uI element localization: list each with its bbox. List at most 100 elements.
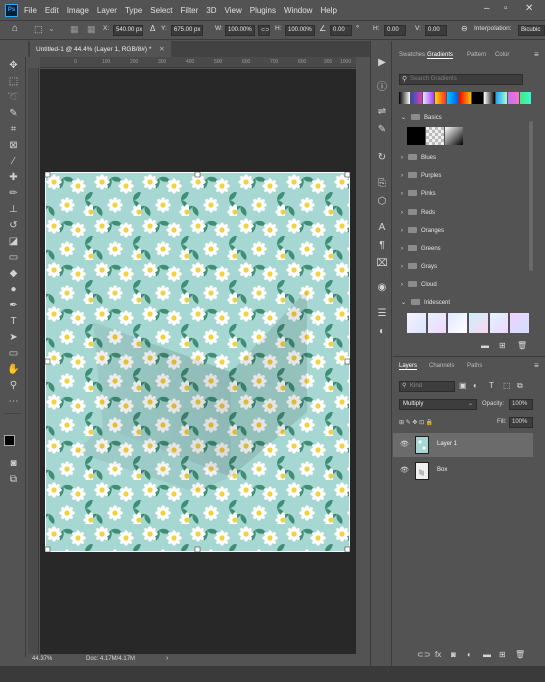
menu-3d[interactable]: 3D: [206, 6, 216, 15]
adjustment-layer-icon[interactable]: ◐: [467, 650, 472, 659]
more-tools-icon[interactable]: ⋯: [6, 395, 21, 409]
properties-icon[interactable]: ☰: [375, 307, 389, 321]
gradient-swatch[interactable]: [469, 313, 488, 333]
layer-name[interactable]: Box: [437, 467, 447, 473]
folder-purples[interactable]: › Purples: [401, 172, 441, 179]
pen-tool-icon[interactable]: ✒: [6, 299, 21, 313]
paragraph-icon[interactable]: ¶: [375, 239, 389, 253]
close-icon[interactable]: ✕: [525, 3, 533, 14]
link-layers-icon[interactable]: ⊂⊃: [417, 650, 430, 659]
reference-point-icon[interactable]: ▦: [87, 24, 96, 35]
photoshop-logo[interactable]: Ps: [5, 3, 18, 17]
layer-row[interactable]: 👁 Box: [393, 459, 533, 483]
mask-icon[interactable]: ◙: [451, 650, 456, 659]
marquee-tool-icon[interactable]: ⬚: [6, 75, 21, 89]
eyedropper-tool-icon[interactable]: ⁄: [6, 155, 21, 169]
frame-tool-icon[interactable]: ⊠: [6, 139, 21, 153]
history-brush-tool-icon[interactable]: ↺: [6, 219, 21, 233]
link-icon[interactable]: ⊂⊃: [258, 25, 270, 36]
clone-stamp-tool-icon[interactable]: ⊥: [6, 203, 21, 217]
folder-greens[interactable]: › Greens: [401, 245, 441, 252]
folder-iridescent[interactable]: ⌄ Iridescent: [401, 299, 450, 306]
path-selection-tool-icon[interactable]: ➤: [6, 331, 21, 345]
shape-filter-icon[interactable]: ⬚: [503, 381, 511, 390]
reference-point-icon[interactable]: ▦: [70, 24, 79, 35]
blur-tool-icon[interactable]: ◆: [6, 267, 21, 281]
recent-gradients[interactable]: [399, 92, 532, 104]
glyphs-icon[interactable]: ⌧: [375, 257, 389, 271]
minimize-icon[interactable]: –: [484, 3, 490, 14]
folder-blues[interactable]: › Blues: [401, 154, 436, 161]
opacity-field[interactable]: 100%: [509, 399, 533, 410]
foreground-color-swatch[interactable]: [4, 435, 15, 446]
blend-mode-select[interactable]: Multiply ⌄: [399, 399, 477, 410]
vskew-field[interactable]: 0.00: [425, 25, 447, 36]
folder-pinks[interactable]: › Pinks: [401, 190, 436, 197]
styles-icon[interactable]: ◐: [375, 325, 389, 339]
smart-object-filter-icon[interactable]: ⧉: [517, 381, 523, 391]
close-tab-icon[interactable]: ✕: [159, 46, 164, 53]
visibility-eye-icon[interactable]: 👁: [400, 440, 409, 448]
menu-file[interactable]: File: [24, 6, 37, 15]
tab-layers[interactable]: Layers: [399, 363, 418, 370]
y-field[interactable]: 675.00 px: [171, 25, 203, 36]
eraser-tool-icon[interactable]: ◪: [6, 235, 21, 249]
folder-oranges[interactable]: › Oranges: [401, 227, 444, 234]
menu-filter[interactable]: Filter: [181, 6, 199, 15]
width-field[interactable]: 100.00%: [225, 25, 255, 36]
panel-menu-icon[interactable]: ≡: [534, 361, 539, 370]
tab-paths[interactable]: Paths: [467, 363, 482, 369]
tab-gradients[interactable]: Gradients: [427, 52, 454, 59]
navigator-icon[interactable]: ◉: [375, 281, 389, 295]
height-field[interactable]: 100.00%: [285, 25, 315, 36]
chevron-right-icon[interactable]: ›: [166, 655, 168, 662]
layer-name[interactable]: Layer 1: [437, 441, 457, 447]
clone-source-icon[interactable]: ⎘: [375, 177, 389, 191]
scrollbar[interactable]: [529, 121, 533, 271]
menu-window[interactable]: Window: [284, 6, 312, 15]
hand-tool-icon[interactable]: ✋: [6, 363, 21, 377]
fill-field[interactable]: 100%: [509, 417, 533, 428]
fx-icon[interactable]: fx: [435, 650, 441, 659]
gradient-swatch[interactable]: [448, 313, 468, 333]
play-icon[interactable]: ▶: [375, 56, 389, 70]
menu-type[interactable]: Type: [125, 6, 142, 15]
menu-edit[interactable]: Edit: [45, 6, 59, 15]
folder-cloud[interactable]: › Cloud: [401, 281, 437, 288]
gradient-swatch[interactable]: [489, 313, 509, 333]
rectangle-tool-icon[interactable]: ▭: [6, 347, 21, 361]
tab-channels[interactable]: Channels: [429, 363, 454, 369]
gradient-tool-icon[interactable]: ▭: [6, 251, 21, 265]
gradient-swatch[interactable]: [407, 127, 425, 145]
home-icon[interactable]: ⌂: [12, 23, 18, 34]
menu-layer[interactable]: Layer: [97, 6, 117, 15]
layer-filter-select[interactable]: ⚲ Kind: [399, 381, 455, 392]
document-tab[interactable]: Untitled-1 @ 44.4% (Layer 1, RGB/8#) * ✕: [30, 41, 171, 57]
screen-mode-icon[interactable]: ⧉: [6, 473, 21, 487]
gradient-swatch[interactable]: [407, 313, 426, 333]
document-canvas[interactable]: [45, 172, 350, 552]
angle-field[interactable]: 0.00: [330, 25, 352, 36]
gradient-swatch[interactable]: [426, 127, 444, 145]
menu-help[interactable]: Help: [320, 6, 336, 15]
quick-mask-icon[interactable]: ◙: [6, 457, 21, 471]
history-icon[interactable]: ↻: [375, 151, 389, 165]
tab-swatches[interactable]: Swatches: [399, 52, 425, 58]
layer-row[interactable]: 👁 Layer 1: [393, 433, 533, 457]
tab-color[interactable]: Color: [495, 52, 509, 58]
adjustments-icon[interactable]: ⇌: [375, 105, 389, 119]
folder-grays[interactable]: › Grays: [401, 263, 437, 270]
pixel-filter-icon[interactable]: ▣: [459, 381, 467, 390]
brush-settings-icon[interactable]: ✎: [375, 123, 389, 137]
crop-tool-icon[interactable]: ⌗: [6, 123, 21, 137]
gradient-search-input[interactable]: ⚲ Search Gradients: [399, 74, 523, 85]
hskew-field[interactable]: 0.00: [384, 25, 406, 36]
new-layer-icon[interactable]: ⊞: [499, 650, 506, 659]
tab-patterns[interactable]: Pattern: [467, 52, 486, 58]
maximize-icon[interactable]: ▫: [504, 3, 508, 14]
info-icon[interactable]: ⓘ: [375, 81, 389, 95]
chevron-down-icon[interactable]: ⌄: [48, 24, 55, 33]
menu-image[interactable]: Image: [67, 6, 89, 15]
brush-tool-icon[interactable]: ✏: [6, 187, 21, 201]
iridescent-swatches[interactable]: [407, 313, 530, 333]
